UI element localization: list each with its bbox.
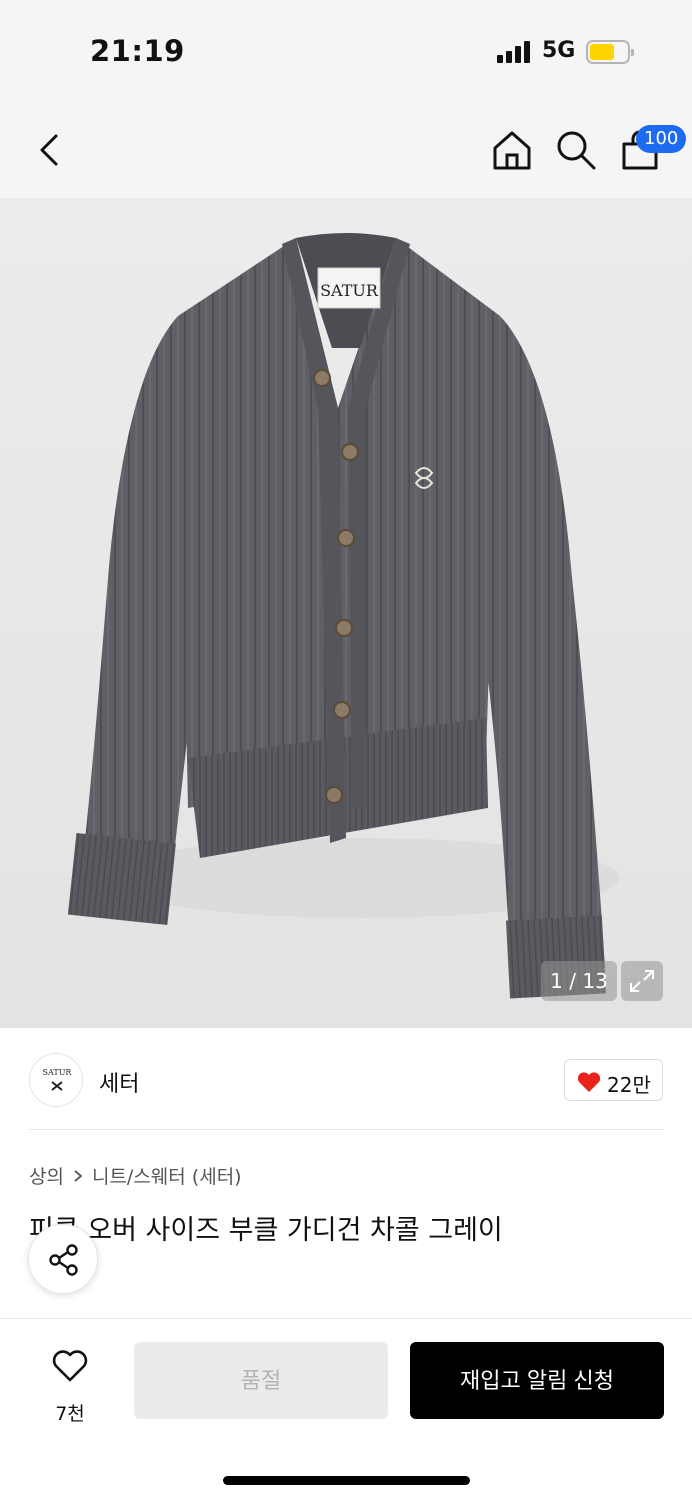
home-indicator	[223, 1476, 470, 1485]
brand-like-button[interactable]: 22만	[564, 1059, 663, 1101]
wishlist-button[interactable]: 7천	[30, 1345, 110, 1425]
brand-name[interactable]: 세터	[99, 1066, 139, 1098]
product-image-gallery[interactable]: SATUR	[0, 198, 692, 1028]
wishlist-count: 7천	[55, 1403, 85, 1425]
home-icon[interactable]	[490, 128, 534, 172]
breadcrumb-item-category[interactable]: 상의	[29, 1162, 64, 1189]
heart-icon	[577, 1072, 601, 1092]
battery-icon	[586, 40, 634, 64]
share-button[interactable]	[28, 1224, 98, 1294]
soldout-button[interactable]: 품절	[134, 1342, 388, 1419]
back-icon[interactable]	[30, 130, 70, 170]
signal-icon	[497, 41, 533, 63]
expand-button[interactable]	[621, 961, 663, 1001]
top-nav	[0, 100, 692, 198]
restock-alert-button[interactable]: 재입고 알림 신청	[410, 1342, 664, 1419]
heart-outline-icon	[52, 1350, 88, 1382]
bottom-action-bar: 7천 품절 재입고 알림 신청	[0, 1318, 692, 1500]
brand-row[interactable]: SATUR 세터 22만	[0, 1030, 692, 1130]
expand-icon	[630, 970, 654, 992]
product-title: 피클 오버 사이즈 부클 가디건 차콜 그레이	[29, 1215, 503, 1246]
status-bar: 21:19 5G	[0, 0, 692, 100]
product-image-cardigan: SATUR	[67, 233, 620, 999]
cart-badge: 100	[636, 125, 687, 153]
brand-logo-mark	[51, 1081, 63, 1091]
brand-logo[interactable]: SATUR	[29, 1053, 83, 1107]
status-time: 21:19	[90, 34, 185, 68]
divider	[29, 1129, 663, 1130]
brand-like-count: 22만	[607, 1073, 651, 1097]
breadcrumb: 상의 니트/스웨터 (세터)	[29, 1162, 242, 1189]
share-icon	[49, 1244, 78, 1276]
breadcrumb-item-subcategory[interactable]: 니트/스웨터 (세터)	[92, 1162, 242, 1189]
chevron-right-icon	[74, 1169, 83, 1182]
brand-logo-text: SATUR	[42, 1068, 72, 1077]
search-icon[interactable]	[554, 128, 598, 172]
garment-label-text: SATUR	[320, 281, 379, 300]
image-counter: 1 / 13	[541, 961, 617, 1001]
network-label: 5G	[542, 38, 576, 63]
